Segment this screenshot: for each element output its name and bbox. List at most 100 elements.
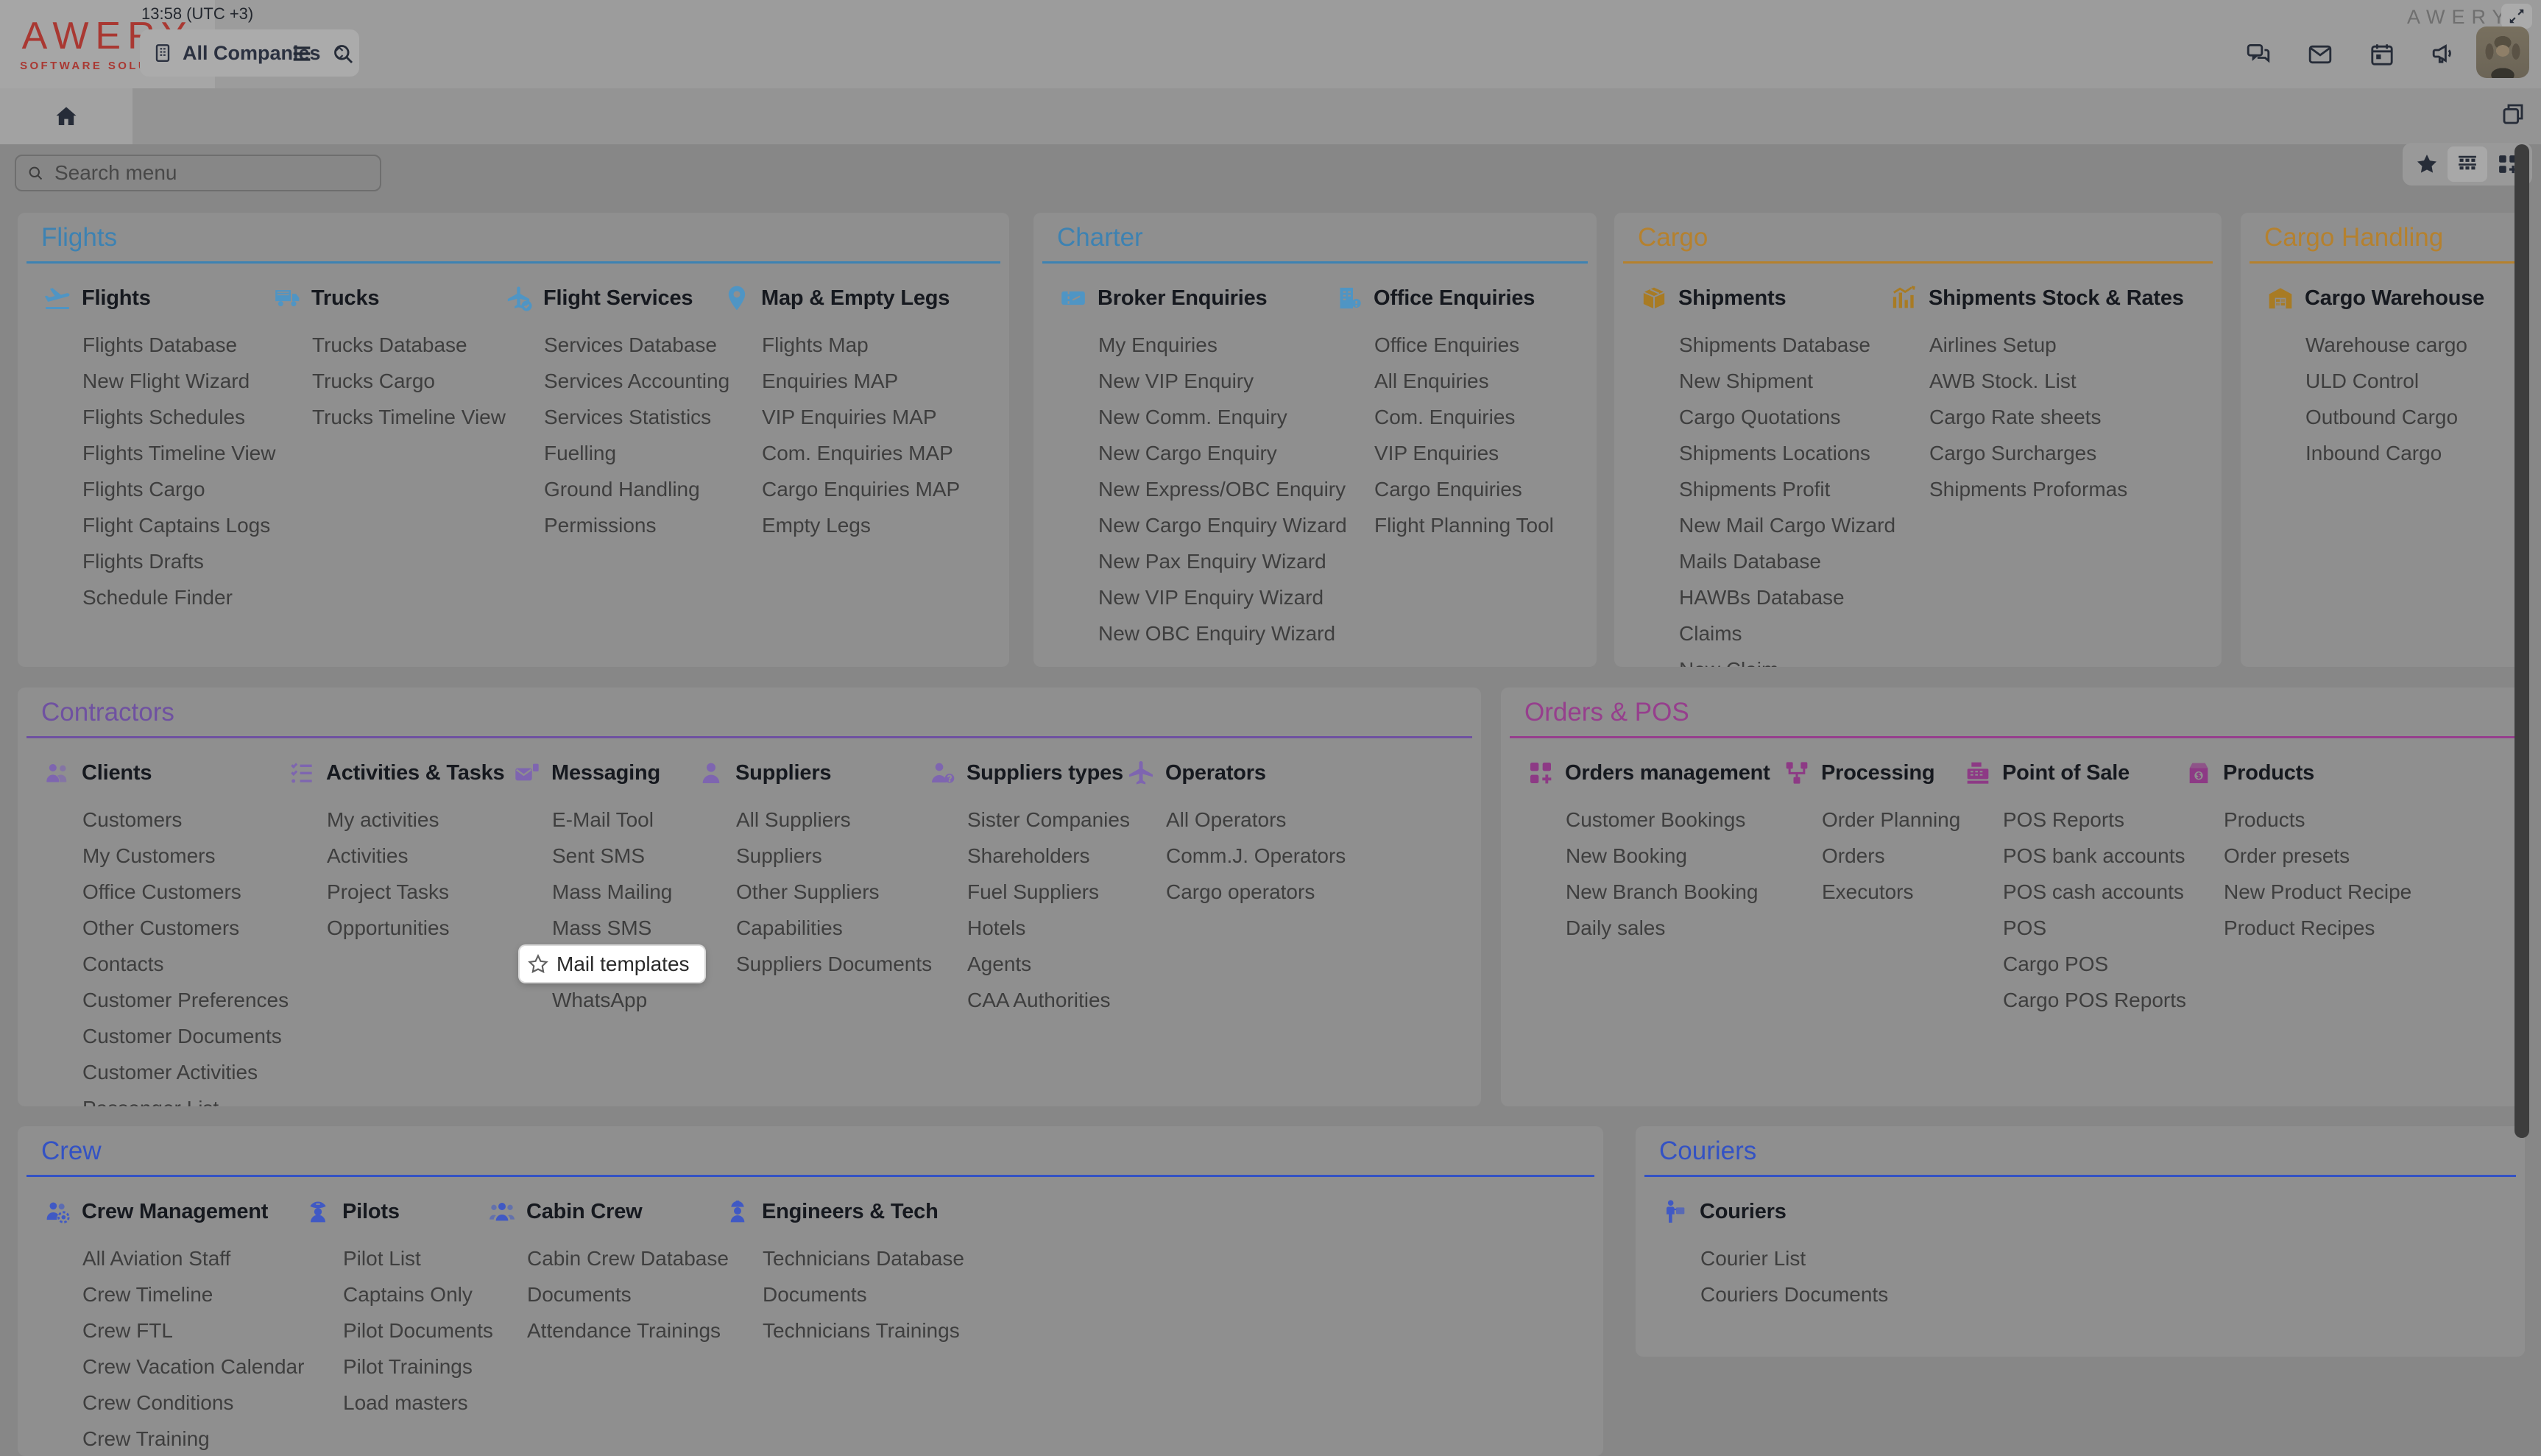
vertical-scrollbar[interactable] xyxy=(2515,144,2529,1138)
menu-item[interactable]: ULD Control xyxy=(2305,363,2525,399)
menu-group-header[interactable]: Processing xyxy=(1782,756,1963,790)
menu-item[interactable]: Pilot Trainings xyxy=(343,1349,487,1385)
menu-item[interactable]: Inbound Cargo xyxy=(2305,435,2525,471)
menu-item[interactable]: Captains Only xyxy=(343,1276,487,1312)
menu-item[interactable]: Office Customers xyxy=(82,874,287,910)
menu-item[interactable]: Hotels xyxy=(967,910,1126,946)
menu-item[interactable]: New Pax Enquiry Wizard xyxy=(1098,543,1335,579)
menu-item[interactable]: Services Database xyxy=(544,327,722,363)
menu-item[interactable]: Customer Activities xyxy=(82,1054,287,1090)
menu-item[interactable]: Flights Drafts xyxy=(82,543,272,579)
menu-item[interactable]: Trucks Cargo xyxy=(312,363,504,399)
menu-item[interactable]: Opportunities xyxy=(327,910,512,946)
menu-item[interactable]: All Suppliers xyxy=(736,802,927,838)
menu-item[interactable]: Mass SMS xyxy=(552,910,696,946)
company-selector[interactable]: All Companies xyxy=(140,29,359,77)
restore-windows-button[interactable] xyxy=(2495,97,2531,132)
menu-item-mail-templates[interactable]: Mail templates xyxy=(520,946,704,982)
menu-group-header[interactable]: Flights xyxy=(43,281,272,315)
menu-item[interactable]: Crew Timeline xyxy=(82,1276,303,1312)
menu-item[interactable]: New VIP Enquiry xyxy=(1098,363,1335,399)
menu-item[interactable]: Couriers Documents xyxy=(1700,1276,2525,1312)
menu-item[interactable]: Shipments Locations xyxy=(1679,435,1890,471)
menu-item[interactable]: Cargo POS Reports xyxy=(2003,982,2184,1018)
menu-group-header[interactable]: Activities & Tasks xyxy=(287,756,512,790)
mail-button[interactable] xyxy=(2305,40,2335,69)
menu-item[interactable]: Shipments Proformas xyxy=(1929,471,2222,507)
menu-group-header[interactable]: Orders management xyxy=(1526,756,1782,790)
menu-item[interactable]: Cargo Surcharges xyxy=(1929,435,2222,471)
menu-item[interactable]: Shipments Database xyxy=(1679,327,1890,363)
menu-item[interactable]: Cargo operators xyxy=(1166,874,1481,910)
menu-item[interactable]: Mass Mailing xyxy=(552,874,696,910)
menu-item[interactable]: AWB Stock. List xyxy=(1929,363,2222,399)
user-avatar[interactable] xyxy=(2476,26,2529,78)
menu-item[interactable]: Shipments Profit xyxy=(1679,471,1890,507)
menu-item[interactable]: Capabilities xyxy=(736,910,927,946)
menu-item[interactable]: Agents xyxy=(967,946,1126,982)
menu-item[interactable]: Product Recipes xyxy=(2224,910,2525,946)
menu-item[interactable]: All Aviation Staff xyxy=(82,1240,303,1276)
menu-item[interactable]: Flights Cargo xyxy=(82,471,272,507)
menu-item[interactable]: Crew Training xyxy=(82,1421,303,1456)
menu-item[interactable]: Orders xyxy=(1822,838,1963,874)
menu-item[interactable]: Crew Vacation Calendar xyxy=(82,1349,303,1385)
menu-item[interactable]: Order Planning xyxy=(1822,802,1963,838)
menu-item[interactable]: Flights Map xyxy=(762,327,1009,363)
calendar-button[interactable] xyxy=(2367,40,2397,69)
menu-group-header[interactable]: Cabin Crew xyxy=(487,1195,723,1229)
menu-item[interactable]: New Comm. Enquiry xyxy=(1098,399,1335,435)
menu-group-header[interactable]: Trucks xyxy=(272,281,504,315)
menu-item[interactable]: POS cash accounts xyxy=(2003,874,2184,910)
menu-item[interactable]: Order presets xyxy=(2224,838,2525,874)
menu-item[interactable]: Contacts xyxy=(82,946,287,982)
menu-item[interactable]: New VIP Enquiry Wizard xyxy=(1098,579,1335,615)
menu-item[interactable]: All Enquiries xyxy=(1374,363,1597,399)
menu-item[interactable]: POS bank accounts xyxy=(2003,838,2184,874)
menu-item[interactable]: New OBC Enquiry Wizard xyxy=(1098,615,1335,651)
menu-item[interactable]: My Enquiries xyxy=(1098,327,1335,363)
menu-item[interactable]: Permissions xyxy=(544,507,722,543)
tab-home[interactable] xyxy=(0,88,132,144)
menu-item[interactable]: Empty Legs xyxy=(762,507,1009,543)
menu-item[interactable]: Flights Database xyxy=(82,327,272,363)
menu-group-header[interactable]: Suppliers types xyxy=(927,756,1126,790)
menu-item[interactable]: Trucks Timeline View xyxy=(312,399,504,435)
menu-item[interactable]: Fuel Suppliers xyxy=(967,874,1126,910)
menu-item[interactable]: Suppliers Documents xyxy=(736,946,927,982)
menu-item[interactable]: Mails Database xyxy=(1679,543,1890,579)
search-menu-input[interactable] xyxy=(53,160,370,185)
menu-group-header[interactable]: Clients xyxy=(43,756,287,790)
menu-item[interactable]: Services Accounting xyxy=(544,363,722,399)
menu-group-header[interactable]: Map & Empty Legs xyxy=(722,281,1009,315)
menu-item[interactable]: Sent SMS xyxy=(552,838,696,874)
menu-item[interactable]: Technicians Trainings xyxy=(763,1312,1603,1349)
menu-item[interactable]: Shareholders xyxy=(967,838,1126,874)
menu-item[interactable]: Documents xyxy=(527,1276,723,1312)
menu-item[interactable]: WhatsApp xyxy=(552,982,696,1018)
menu-item[interactable]: Fuelling xyxy=(544,435,722,471)
menu-group-header[interactable]: Messaging xyxy=(512,756,696,790)
menu-item[interactable]: Pilot Documents xyxy=(343,1312,487,1349)
menu-item[interactable]: New Claim xyxy=(1679,651,1890,667)
menu-item[interactable]: Customer Preferences xyxy=(82,982,287,1018)
menu-item[interactable]: My Customers xyxy=(82,838,287,874)
menu-group-header[interactable]: Office Enquiries xyxy=(1335,281,1597,315)
menu-item[interactable]: VIP Enquiries MAP xyxy=(762,399,1009,435)
menu-item[interactable]: Attendance Trainings xyxy=(527,1312,723,1349)
menu-item[interactable]: Airlines Setup xyxy=(1929,327,2222,363)
menu-item[interactable]: Flights Timeline View xyxy=(82,435,272,471)
menu-item[interactable]: Pilot List xyxy=(343,1240,487,1276)
menu-item[interactable]: Customer Documents xyxy=(82,1018,287,1054)
menu-item[interactable]: New Express/OBC Enquiry xyxy=(1098,471,1335,507)
menu-item[interactable]: All Operators xyxy=(1166,802,1481,838)
menu-group-header[interactable]: Operators xyxy=(1126,756,1481,790)
menu-group-header[interactable]: Engineers & Tech xyxy=(723,1195,1603,1229)
menu-item[interactable]: Schedule Finder xyxy=(82,579,272,615)
menu-item[interactable]: Executors xyxy=(1822,874,1963,910)
menu-item[interactable]: Cargo Rate sheets xyxy=(1929,399,2222,435)
menu-group-header[interactable]: Crew Management xyxy=(43,1195,303,1229)
menu-item[interactable]: Com. Enquiries xyxy=(1374,399,1597,435)
menu-item[interactable]: Customer Bookings xyxy=(1566,802,1782,838)
menu-item[interactable]: Outbound Cargo xyxy=(2305,399,2525,435)
